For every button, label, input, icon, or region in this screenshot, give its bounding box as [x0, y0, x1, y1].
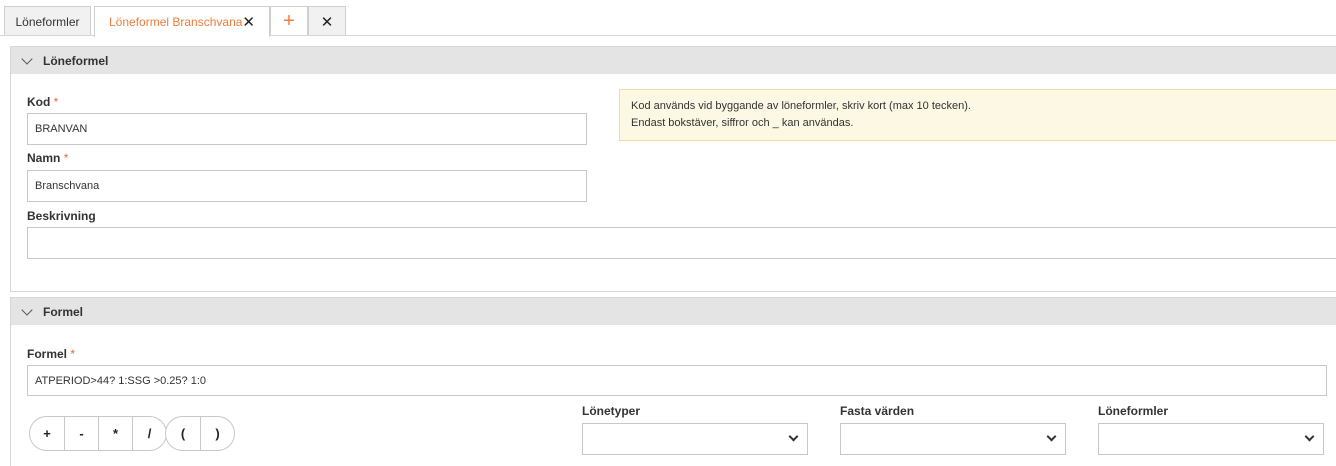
fasta-varden-label: Fasta värden: [840, 404, 915, 418]
add-tab-button[interactable]: +: [270, 6, 308, 36]
namn-input-value: Branschvana: [35, 180, 100, 192]
tab-loneformler-label: Löneformler: [15, 14, 80, 29]
info-line-1: Kod används vid byggande av löneformler,…: [631, 100, 971, 112]
loneformler-select-label: Löneformler: [1098, 404, 1169, 418]
chevron-down-icon: [21, 52, 33, 65]
parenthesis-group: ( ): [165, 416, 235, 451]
close-tab-icon[interactable]: ✕: [242, 13, 255, 31]
kod-input[interactable]: BRANVAN: [27, 113, 587, 145]
tab-branschvana-label: Löneformel Branschvana: [109, 15, 243, 29]
formel-panel-header[interactable]: Formel: [11, 298, 1336, 325]
multiply-operator-button[interactable]: *: [98, 417, 132, 450]
formel-panel: Formel Formel * ATPERIOD>44? 1:SSG >0.25…: [10, 297, 1336, 466]
required-mark: *: [63, 151, 69, 165]
chevron-down-icon: [21, 303, 33, 316]
tab-loneformler[interactable]: Löneformler: [4, 6, 91, 36]
close-paren-button[interactable]: ): [200, 417, 234, 450]
info-line-2: Endast bokstäver, siffror och _ kan anvä…: [631, 117, 854, 129]
fasta-varden-select[interactable]: [840, 423, 1066, 455]
close-all-button[interactable]: ✕: [308, 6, 346, 36]
open-paren-button[interactable]: (: [166, 417, 200, 450]
tab-bar: Löneformler Löneformel Branschvana ✕ + ✕: [0, 0, 1336, 37]
chevron-down-icon: [788, 431, 799, 442]
tab-loneformel-branschvana[interactable]: Löneformel Branschvana ✕: [94, 6, 270, 37]
loneformel-panel-title: Löneformel: [43, 53, 109, 68]
beskrivning-label-text: Beskrivning: [27, 209, 96, 223]
kod-info-box: Kod används vid byggande av löneformler,…: [619, 89, 1336, 141]
required-mark: *: [53, 95, 59, 109]
namn-label-text: Namn: [27, 151, 61, 165]
kod-input-value: BRANVAN: [35, 123, 88, 135]
namn-label: Namn *: [27, 151, 68, 165]
divide-operator-button[interactable]: /: [132, 417, 166, 450]
plus-operator-button[interactable]: +: [30, 417, 64, 450]
chevron-down-icon: [1046, 431, 1057, 442]
minus-operator-button[interactable]: -: [64, 417, 98, 450]
lonetyper-select[interactable]: [582, 423, 808, 455]
chevron-down-icon: [1304, 431, 1315, 442]
required-mark: *: [70, 347, 76, 361]
arithmetic-operator-group: + - * /: [29, 416, 167, 451]
loneformel-panel: Löneformel Kod * BRANVAN Namn * Branschv…: [10, 46, 1336, 292]
lonetyper-label: Lönetyper: [582, 404, 641, 418]
formel-input-value: ATPERIOD>44? 1:SSG >0.25? 1:0: [35, 374, 207, 387]
beskrivning-label: Beskrivning: [27, 209, 96, 223]
close-icon: ✕: [320, 13, 334, 31]
plus-icon: +: [283, 10, 295, 32]
namn-input[interactable]: Branschvana: [27, 170, 587, 202]
formel-label-text: Formel: [27, 347, 68, 361]
formel-panel-title: Formel: [43, 304, 84, 319]
kod-label: Kod *: [27, 95, 58, 109]
loneformel-panel-header[interactable]: Löneformel: [11, 47, 1336, 74]
loneformler-select[interactable]: [1098, 423, 1324, 455]
kod-label-text: Kod: [27, 95, 51, 109]
beskrivning-input[interactable]: [27, 227, 1336, 259]
formel-input[interactable]: ATPERIOD>44? 1:SSG >0.25? 1:0: [27, 365, 1327, 396]
formel-label: Formel *: [27, 347, 75, 361]
